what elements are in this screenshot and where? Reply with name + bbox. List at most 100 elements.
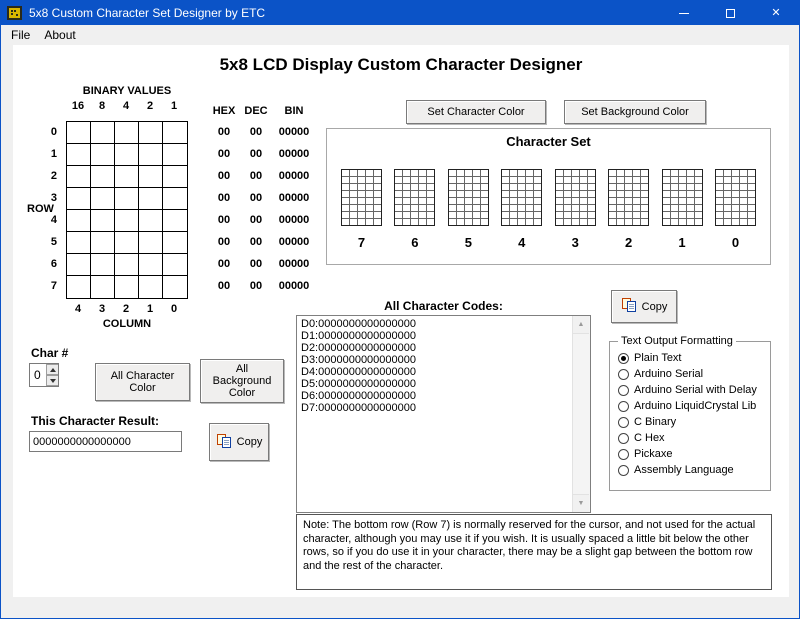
row-number: 6 [50, 258, 57, 270]
pixel-cell[interactable] [115, 232, 139, 254]
charset-slot: 0 [714, 169, 756, 250]
dec-value: 00 [249, 148, 263, 160]
pixel-cell[interactable] [67, 144, 91, 166]
charset-slot-label: 1 [678, 235, 686, 250]
binary-values-label: BINARY VALUES [82, 85, 172, 97]
all-background-color-button[interactable]: All Background Color [200, 359, 284, 403]
mini-char-grid[interactable] [394, 169, 436, 226]
pixel-cell[interactable] [91, 144, 115, 166]
pixel-cell[interactable] [115, 122, 139, 144]
menu-file[interactable]: File [4, 26, 37, 44]
pixel-cell[interactable] [139, 188, 163, 210]
char-number-stepper[interactable]: 0 [29, 363, 59, 387]
spin-up-button[interactable] [46, 364, 58, 375]
character-result-input[interactable] [29, 431, 182, 452]
pixel-cell[interactable] [115, 188, 139, 210]
pixel-cell[interactable] [163, 122, 187, 144]
radio-option[interactable]: C Hex [618, 430, 766, 446]
radio-icon [618, 448, 629, 460]
menu-about[interactable]: About [37, 26, 82, 44]
pixel-cell[interactable] [67, 188, 91, 210]
row-number: 3 [50, 192, 57, 204]
pixel-cell[interactable] [139, 210, 163, 232]
pixel-cell[interactable] [91, 188, 115, 210]
row-number: 5 [50, 236, 57, 248]
radio-option[interactable]: Arduino LiquidCrystal Lib [618, 398, 766, 414]
pixel-cell[interactable] [67, 232, 91, 254]
pixel-cell[interactable] [91, 122, 115, 144]
pixel-cell[interactable] [91, 166, 115, 188]
radio-option[interactable]: Arduino Serial [618, 366, 766, 382]
pixel-cell[interactable] [67, 166, 91, 188]
mini-char-grid[interactable] [608, 169, 650, 226]
pixel-cell[interactable] [139, 122, 163, 144]
radio-option-label: C Binary [634, 416, 677, 428]
minimize-button[interactable] [661, 1, 707, 25]
pixel-cell[interactable] [163, 210, 187, 232]
bin-value: 00000 [278, 170, 310, 182]
pixel-cell[interactable] [139, 232, 163, 254]
radio-icon [618, 432, 629, 444]
charset-slot: 1 [661, 169, 703, 250]
pixel-cell[interactable] [115, 276, 139, 298]
spin-down-button[interactable] [46, 375, 58, 386]
maximize-button[interactable] [707, 1, 753, 25]
pixel-cell[interactable] [163, 144, 187, 166]
charset-slot: 5 [447, 169, 489, 250]
mini-char-grid[interactable] [501, 169, 543, 226]
codes-row: 00 00 00000 [206, 253, 318, 275]
pixel-cell[interactable] [67, 276, 91, 298]
pixel-cell[interactable] [163, 188, 187, 210]
radio-option-label: Arduino Serial with Delay [634, 384, 757, 396]
pixel-cell[interactable] [139, 254, 163, 276]
pixel-cell[interactable] [115, 144, 139, 166]
pixel-cell[interactable] [139, 166, 163, 188]
pixel-cell[interactable] [91, 254, 115, 276]
pixel-cell[interactable] [115, 166, 139, 188]
pixel-cell[interactable] [115, 210, 139, 232]
mini-char-grid[interactable] [447, 169, 489, 226]
column-number: 3 [98, 303, 106, 315]
pixel-cell[interactable] [67, 254, 91, 276]
bin-value: 00000 [278, 126, 310, 138]
pixel-cell[interactable] [163, 166, 187, 188]
spin-up-icon [49, 367, 56, 372]
hex-header: HEX [212, 105, 236, 117]
radio-option[interactable]: Arduino Serial with Delay [618, 382, 766, 398]
radio-option[interactable]: Plain Text [618, 350, 766, 366]
pixel-cell[interactable] [91, 232, 115, 254]
pixel-cell[interactable] [139, 144, 163, 166]
scroll-down-icon[interactable]: ▼ [573, 494, 589, 512]
all-character-color-button[interactable]: All Character Color [95, 363, 190, 401]
radio-option-label: Arduino LiquidCrystal Lib [634, 400, 757, 412]
mini-char-grid[interactable] [661, 169, 703, 226]
pixel-cell[interactable] [139, 276, 163, 298]
set-background-color-button[interactable]: Set Background Color [564, 100, 706, 124]
scroll-up-icon[interactable]: ▲ [573, 316, 589, 334]
radio-option[interactable]: Assembly Language [618, 462, 766, 478]
radio-option[interactable]: C Binary [618, 414, 766, 430]
mini-char-grid[interactable] [554, 169, 596, 226]
set-character-color-button[interactable]: Set Character Color [406, 100, 546, 124]
main-form: 5x8 LCD Display Custom Character Designe… [13, 45, 789, 599]
caption-buttons: ✕ [661, 1, 799, 25]
all-character-codes-box[interactable]: D0:0000000000000000 D1:0000000000000000 … [296, 315, 591, 513]
pixel-cell[interactable] [91, 276, 115, 298]
dec-header: DEC [244, 105, 268, 117]
close-button[interactable]: ✕ [753, 1, 799, 25]
copy-all-codes-button[interactable]: Copy [611, 290, 677, 323]
copy-result-button[interactable]: Copy [209, 423, 269, 461]
pixel-cell[interactable] [163, 254, 187, 276]
pixel-cell[interactable] [115, 254, 139, 276]
pixel-cell[interactable] [163, 276, 187, 298]
pixel-cell[interactable] [67, 210, 91, 232]
mini-char-grid[interactable] [341, 169, 382, 226]
mini-char-grid[interactable] [714, 169, 756, 226]
pixel-cell[interactable] [67, 122, 91, 144]
dec-value: 00 [249, 126, 263, 138]
pixel-cell[interactable] [91, 210, 115, 232]
pixel-cell[interactable] [163, 232, 187, 254]
radio-option[interactable]: Pickaxe [618, 446, 766, 462]
vertical-scrollbar[interactable]: ▲ ▼ [572, 316, 590, 512]
bin-value: 00000 [278, 280, 310, 292]
